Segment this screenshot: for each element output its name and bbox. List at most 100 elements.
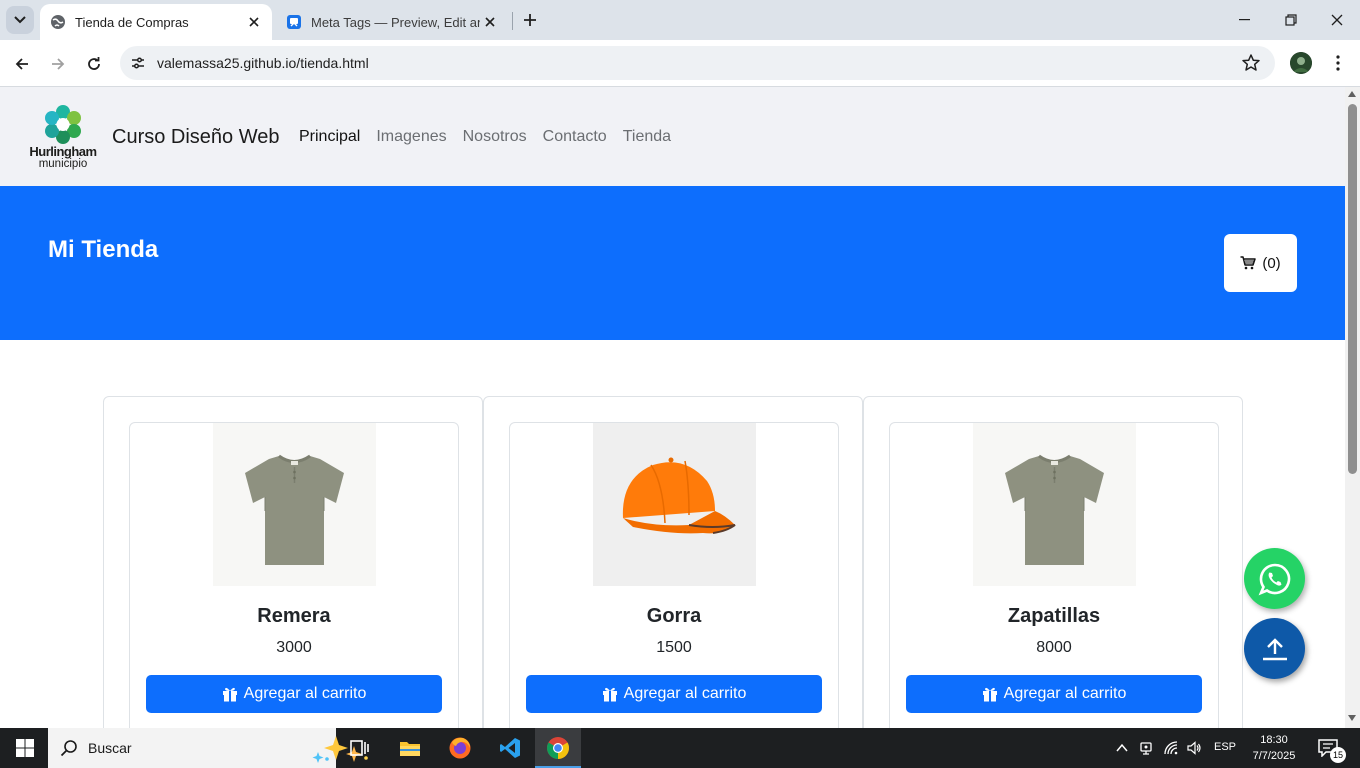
meet-now-icon[interactable] [1139,740,1155,756]
close-icon [485,17,495,27]
product-image-tshirt [973,423,1136,586]
minimize-button[interactable] [1223,6,1267,34]
product-column: Remera 3000 Agregar al carrito [103,396,483,728]
notification-center-button[interactable]: 15 [1318,739,1346,763]
chrome-button[interactable] [535,728,581,768]
store-header: Mi Tienda (0) [0,186,1345,340]
add-to-cart-label: Agregar al carrito [623,685,747,702]
product-card: Remera 3000 Agregar al carrito [129,422,459,728]
chevron-up-icon[interactable] [1114,740,1130,756]
product-card: Zapatillas 8000 Agregar al carrito [889,422,1219,728]
flower-logo-icon [45,105,81,144]
tab-title: Meta Tags — Preview, Edit and Generate [311,14,480,30]
new-tab-button[interactable] [518,8,542,32]
add-to-cart-button[interactable]: Agregar al carrito [906,675,1202,713]
taskbar-search[interactable]: Buscar [48,728,368,768]
plus-icon [524,14,536,26]
scrollbar-thumb[interactable] [1348,104,1357,474]
product-image-tshirt [213,423,376,586]
product-image-cap [593,423,756,586]
whatsapp-icon [1258,563,1290,595]
site-nav-links: Principal Imagenes Nosotros Contacto Tie… [299,128,671,146]
file-explorer-button[interactable] [387,728,433,768]
add-to-cart-button[interactable]: Agregar al carrito [146,675,442,713]
add-to-cart-label: Agregar al carrito [243,685,367,702]
forward-button[interactable] [43,49,73,79]
search-placeholder: Buscar [88,740,132,756]
nav-link-nosotros[interactable]: Nosotros [463,128,527,146]
product-card: Gorra 1500 Agregar al carrito [509,422,839,728]
windows-taskbar: Buscar ESP 18:30 7/7/2025 15 [0,728,1360,768]
system-clock[interactable]: 18:30 7/7/2025 [1250,732,1298,764]
browser-menu-button[interactable] [1328,52,1348,74]
maximize-button[interactable] [1269,6,1313,34]
vscode-button[interactable] [487,728,533,768]
add-to-cart-label: Agregar al carrito [1003,685,1127,702]
cart-count: (0) [1262,254,1281,272]
volume-icon[interactable] [1186,740,1202,756]
cart-icon [1240,256,1257,270]
site-info-button[interactable] [128,53,148,73]
clock-date: 7/7/2025 [1252,750,1296,762]
site-navbar: Hurlingham municipio Curso Diseño Web Pr… [0,87,1345,186]
product-price: 3000 [276,639,312,656]
nav-link-tienda[interactable]: Tienda [623,128,671,146]
close-tab-button[interactable] [244,12,264,32]
tab-title: Tienda de Compras [75,14,189,30]
windows-start-icon[interactable] [16,739,34,757]
arrow-right-icon [52,58,65,70]
tab-separator [512,12,513,30]
clock-time: 18:30 [1260,734,1288,746]
back-button[interactable] [7,49,37,79]
product-name: Remera [257,605,331,627]
close-tab-button[interactable] [480,12,500,32]
arrow-left-icon [15,58,28,70]
vscode-icon [500,738,520,758]
hurlingham-logo[interactable]: Hurlingham municipio [27,104,99,172]
gift-icon [602,687,617,702]
site-brand[interactable]: Curso Diseño Web [112,126,279,149]
tab-meta-tags[interactable]: Meta Tags — Preview, Edit and Generate [276,4,508,40]
nav-link-contacto[interactable]: Contacto [543,128,607,146]
scroll-down-arrow[interactable] [1348,715,1356,721]
tab-tienda[interactable]: Tienda de Compras [40,4,272,40]
product-column: Gorra 1500 Agregar al carrito [483,396,863,728]
logo-text: Hurlingham [29,144,97,159]
meta-tags-icon [287,15,301,29]
scroll-up-arrow[interactable] [1348,91,1356,97]
product-price: 8000 [1036,639,1072,656]
task-view-button[interactable] [337,728,383,768]
scroll-to-top-button[interactable] [1244,618,1305,679]
store-title: Mi Tienda [48,236,159,263]
close-icon [1331,14,1343,26]
wifi-icon[interactable] [1163,740,1179,756]
reload-button[interactable] [79,49,109,79]
product-price: 1500 [656,639,692,656]
url-text[interactable]: valemassa25.github.io/tienda.html [157,55,369,71]
product-name: Zapatillas [1007,605,1101,627]
nav-link-imagenes[interactable]: Imagenes [376,128,446,146]
tab-search-button[interactable] [6,6,34,34]
nav-link-principal[interactable]: Principal [299,128,360,146]
firefox-icon [449,737,471,759]
page-scrollbar[interactable] [1345,87,1360,728]
reload-icon [88,57,100,70]
language-indicator[interactable]: ESP [1214,741,1236,753]
add-to-cart-button[interactable]: Agregar al carrito [526,675,822,713]
chrome-icon [547,737,569,759]
chevron-down-icon [14,16,26,24]
avatar-icon [1290,52,1312,74]
cart-button[interactable]: (0) [1224,234,1297,292]
close-window-button[interactable] [1315,6,1359,34]
product-column: Zapatillas 8000 Agregar al carrito [863,396,1243,728]
profile-avatar[interactable] [1290,52,1312,74]
notification-count-badge: 15 [1330,747,1346,763]
bookmark-star-icon[interactable] [1241,53,1261,73]
whatsapp-button[interactable] [1244,548,1305,609]
minimize-icon [1239,19,1250,21]
search-icon [60,740,77,757]
more-vertical-icon [1336,55,1340,71]
folder-icon [400,742,420,756]
address-bar[interactable]: valemassa25.github.io/tienda.html [120,46,1275,80]
firefox-button[interactable] [437,728,483,768]
